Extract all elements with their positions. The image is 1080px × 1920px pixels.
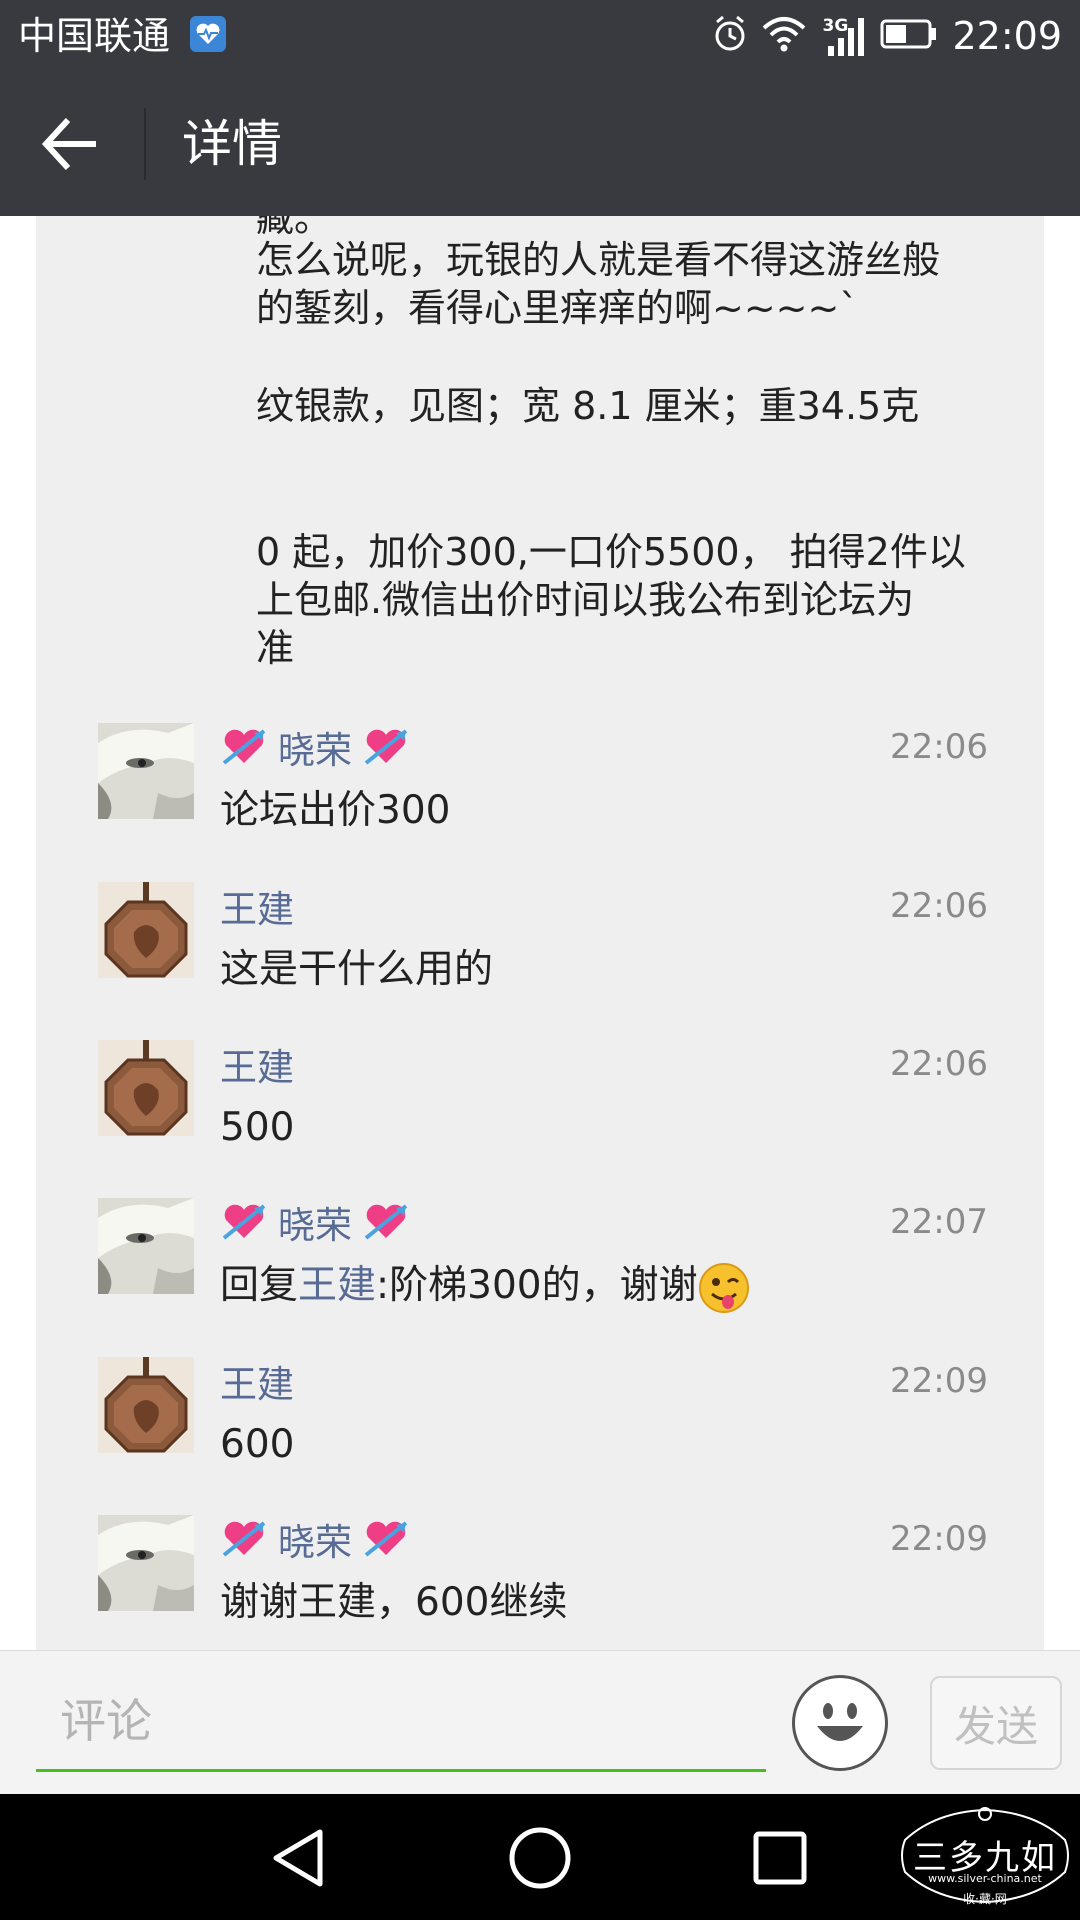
comment-time: 22:06 [890,727,988,767]
watermark-logo: 三多九如 www.silver-china.net 收·藏·网 [895,1800,1075,1910]
commenter-name-row: 晓荣 [220,720,410,774]
heart-arrow-icon [362,1198,410,1246]
reply-text: :阶梯300的，谢谢 [376,1263,698,1308]
send-button[interactable]: 发送 [930,1676,1062,1770]
comment-text: 谢谢王建，600继续 [220,1580,568,1625]
avatar[interactable] [98,882,194,978]
commenter-name[interactable]: 晓荣 [278,1195,352,1249]
comment-item[interactable]: 晓荣 22:07 回复王建:阶梯300的，谢谢 [98,1198,988,1338]
comment-text: 论坛出价300 [220,788,451,833]
content-area[interactable]: 藏。 怎么说呢，玩银的人就是看不得这游丝般 的錾刻，看得心里痒痒的啊~~~~` … [0,216,1080,1650]
triangle-back-icon [273,1829,323,1887]
post-line: 0 起，加价300,一口价5500， 拍得2件以 [256,530,966,574]
carrier-label: 中国联通 [18,14,171,58]
commenter-name-row: 晓荣 [220,1195,410,1249]
title-divider [144,108,146,180]
heart-arrow-icon [220,1198,268,1246]
commenter-name-row: 王建 [220,1037,294,1091]
avatar[interactable] [98,1198,194,1294]
nav-home-button[interactable] [504,1822,576,1894]
comment-text: 600 [220,1422,295,1467]
post-line: 的錾刻，看得心里痒痒的啊~~~~` [256,286,859,330]
comment-text: 这是干什么用的 [220,947,494,992]
commenter-name-row: 晓荣 [220,1512,410,1566]
comment-time: 22:06 [890,1044,988,1084]
emoji-button[interactable] [792,1675,888,1771]
watermark-url: www.silver-china.net [928,1872,1042,1885]
reply-target-name[interactable]: 王建 [298,1263,376,1308]
smiley-icon [817,1703,863,1741]
comment-time: 22:07 [890,1202,988,1242]
battery-icon [880,18,938,54]
comment-text: 500 [220,1105,295,1150]
post-line: 怎么说呢，玩银的人就是看不得这游丝般 [256,238,941,282]
post-line: 纹银款，见图；宽 8.1 厘米；重34.5克 [256,384,920,428]
commenter-name-row: 王建 [220,1354,294,1408]
comment-input-bar: 发送 [0,1650,1080,1795]
post-line: 上包邮.微信出价时间以我公布到论坛为 [256,578,915,622]
commenter-name[interactable]: 王建 [220,879,294,933]
wifi-icon [762,16,806,56]
heart-arrow-icon [362,723,410,771]
commenter-name[interactable]: 王建 [220,1354,294,1408]
reply-prefix: 回复 [220,1263,299,1308]
comment-item[interactable]: 晓荣 22:06 论坛出价300 [98,723,988,863]
avatar[interactable] [98,1515,194,1611]
avatar[interactable] [98,1357,194,1453]
square-recents-icon [753,1831,807,1885]
comment-input[interactable] [36,1673,766,1769]
comment-item[interactable]: 王建 22:06 500 [98,1040,988,1180]
health-icon [190,16,226,52]
back-button[interactable] [36,112,108,176]
commenter-name[interactable]: 王建 [220,1037,294,1091]
comment-time: 22:09 [890,1519,988,1559]
comment-text: 回复王建:阶梯300的，谢谢 [220,1260,750,1314]
input-underline [36,1769,766,1772]
circle-home-icon [509,1827,571,1889]
watermark-subtitle: 收·藏·网 [963,1892,1007,1906]
heart-arrow-icon [362,1515,410,1563]
comment-item[interactable]: 晓荣 22:09 谢谢王建，600继续 [98,1515,988,1650]
nav-recents-button[interactable] [744,1822,816,1894]
comment-time: 22:09 [890,1361,988,1401]
alarm-icon [712,14,748,58]
nav-back-button[interactable] [264,1822,336,1894]
commenter-name-row: 王建 [220,879,294,933]
comment-item[interactable]: 王建 22:09 600 [98,1357,988,1497]
avatar[interactable] [98,1040,194,1136]
heart-arrow-icon [220,1515,268,1563]
arrow-left-icon [41,117,96,171]
post-line: 准 [256,626,295,670]
page-title: 详情 [182,115,282,173]
avatar[interactable] [98,723,194,819]
signal-icon: 3G [820,14,866,58]
comment-time: 22:06 [890,886,988,926]
commenter-name[interactable]: 晓荣 [278,720,352,774]
clock-label: 22:09 [952,14,1062,58]
status-bar: 中国联通 3G 22:09 [0,0,1080,72]
heart-arrow-icon [220,723,268,771]
commenter-name[interactable]: 晓荣 [278,1512,352,1566]
title-bar: 详情 [0,72,1080,216]
comment-item[interactable]: 王建 22:06 这是干什么用的 [98,882,988,1022]
winking-tongue-emoji-icon [698,1262,750,1314]
